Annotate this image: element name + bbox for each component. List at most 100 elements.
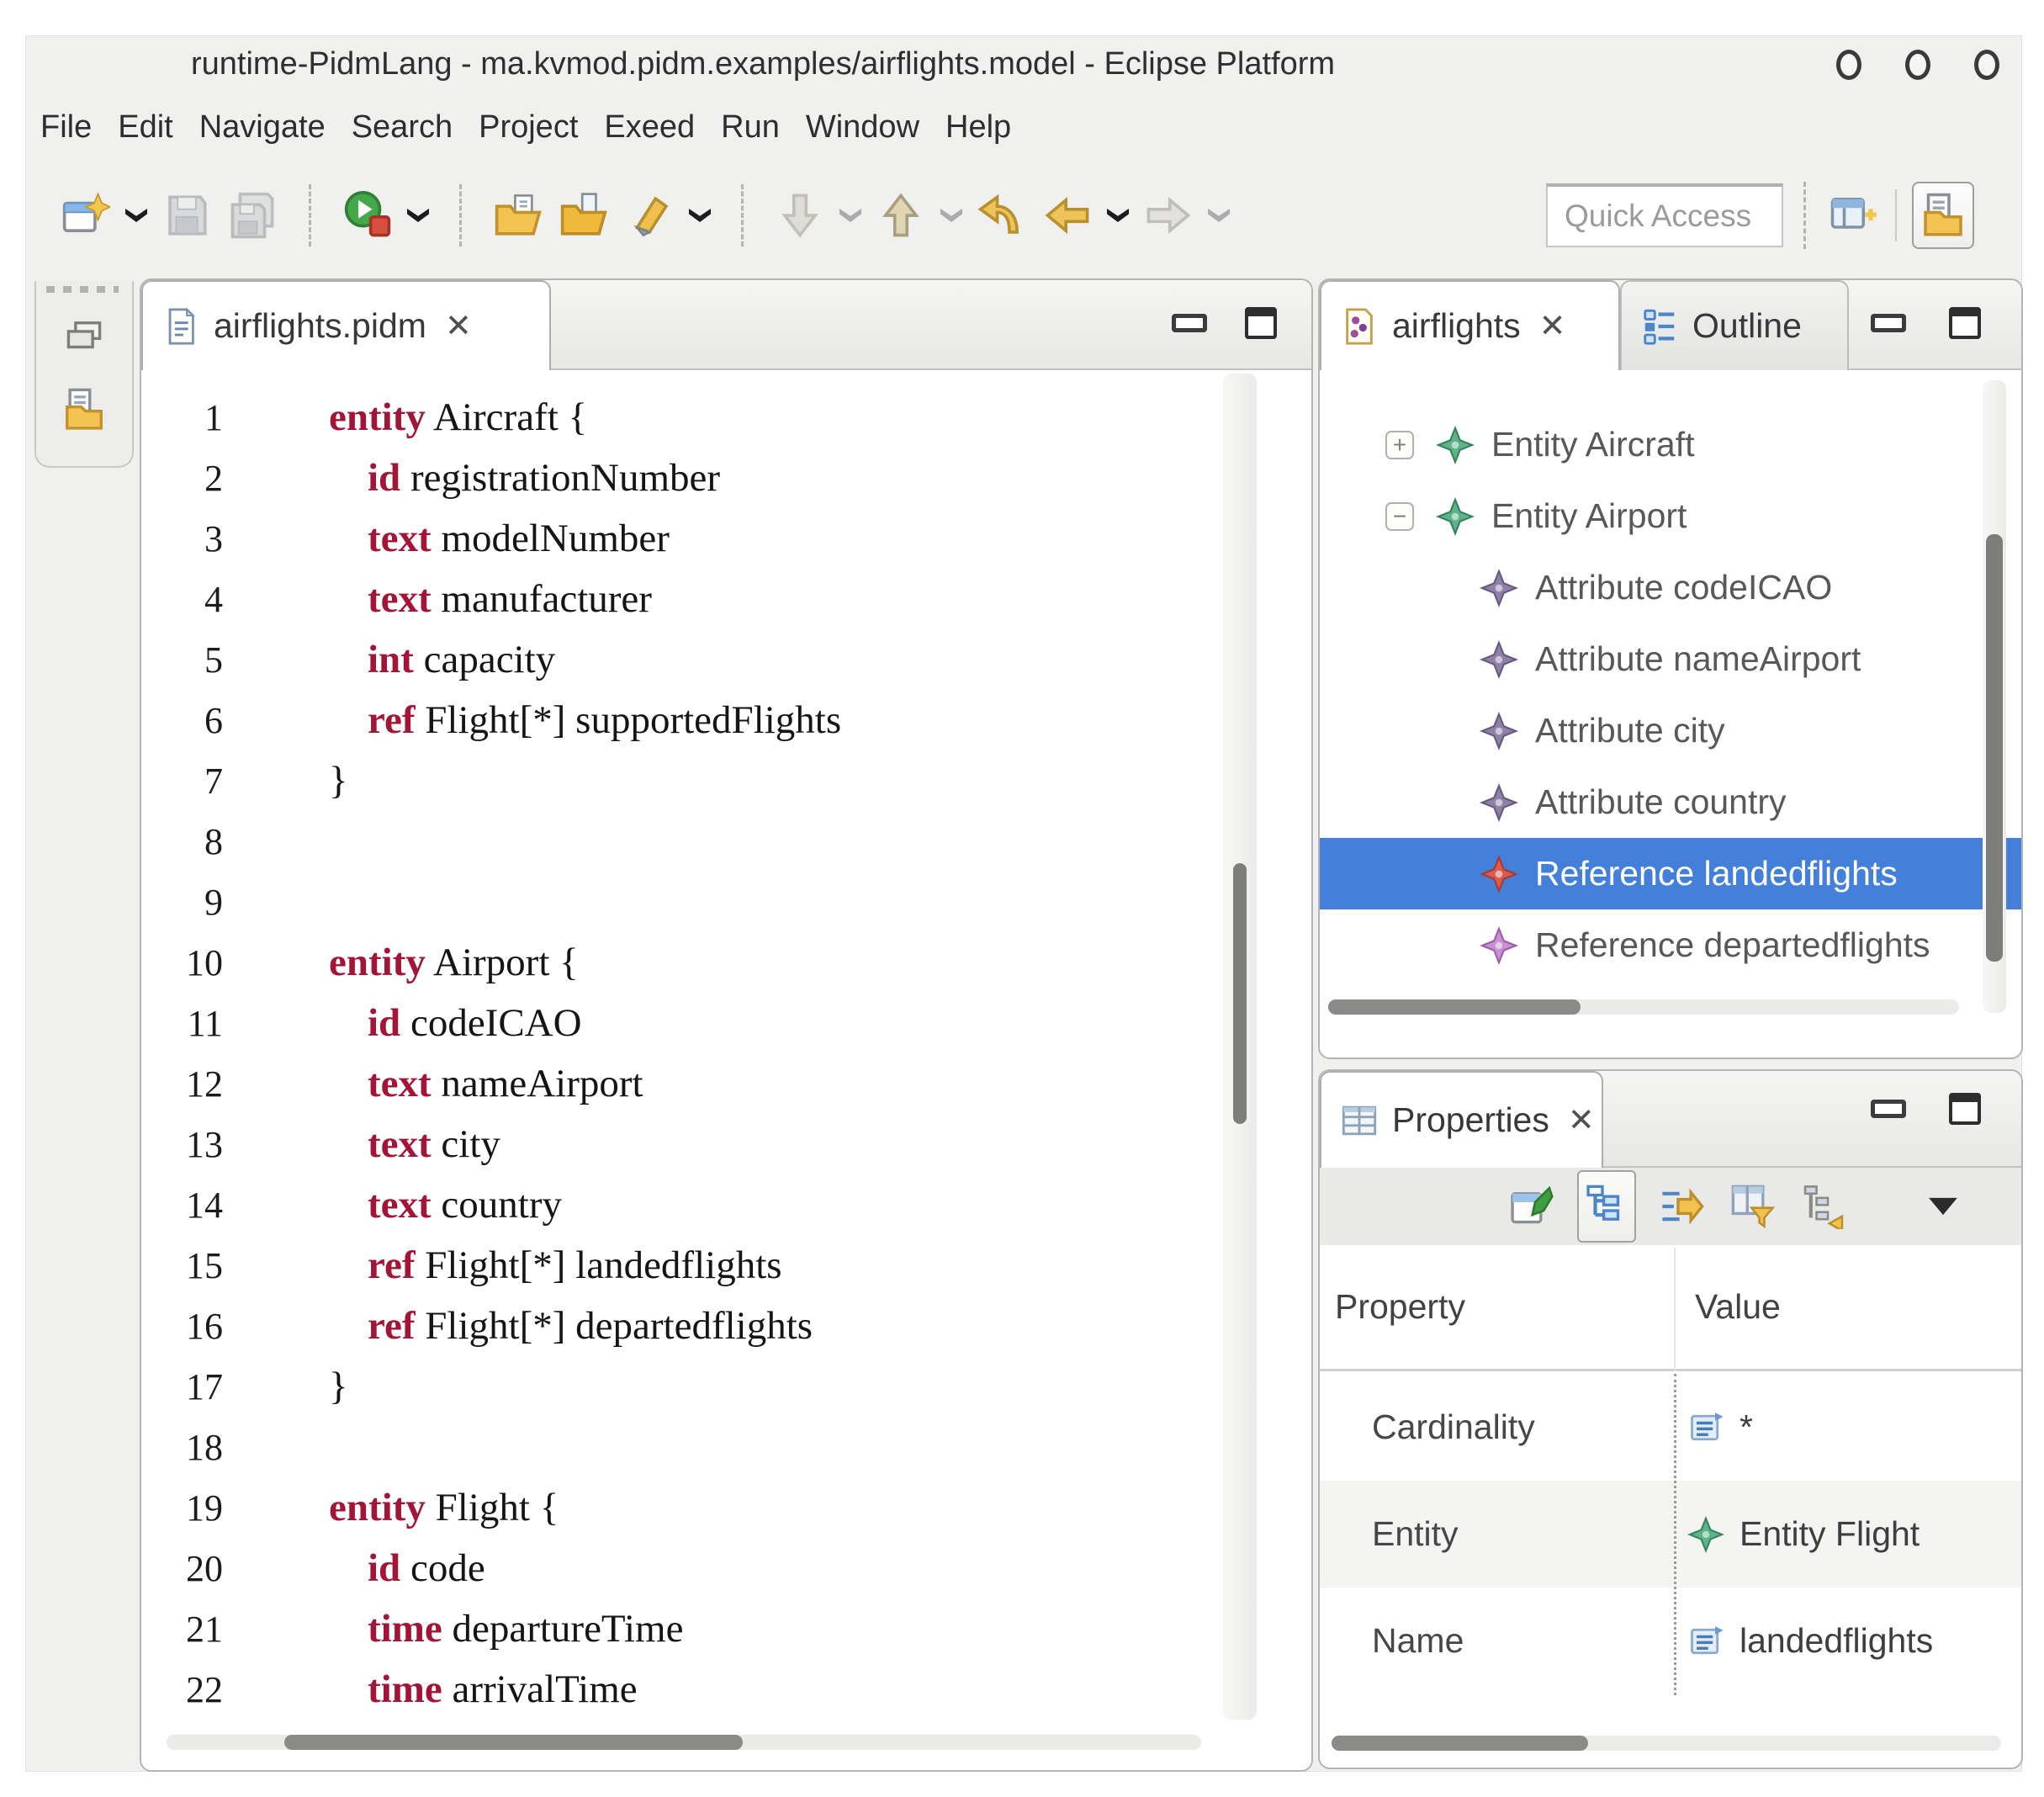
column-header-value[interactable]: Value: [1695, 1245, 1781, 1369]
back-history-button[interactable]: [976, 189, 1028, 241]
fastview-bar-handle[interactable]: [46, 286, 119, 293]
tab-properties[interactable]: Properties ✕: [1320, 1071, 1603, 1168]
editor-tab-label: airflights.pidm: [214, 306, 426, 346]
open-project-button[interactable]: [558, 189, 610, 241]
run-exeed-button-dropdown-icon[interactable]: [407, 209, 429, 222]
forward-button-dropdown-icon[interactable]: [1208, 209, 1230, 222]
line-number: 22: [141, 1660, 255, 1720]
outline-item[interactable]: Attribute country: [1320, 766, 2021, 838]
tab-outline[interactable]: Outline: [1620, 280, 1849, 370]
outline-item[interactable]: +Entity Aircraft: [1320, 409, 2021, 480]
property-row[interactable]: EntityEntity Flight: [1320, 1481, 2021, 1588]
outline-item[interactable]: Attribute codeICAO: [1320, 552, 2021, 623]
run-exeed-button[interactable]: [342, 189, 394, 241]
save-all-button[interactable]: [226, 189, 278, 241]
tab-airflights-model[interactable]: airflights ✕: [1320, 280, 1620, 370]
close-icon[interactable]: ✕: [1568, 1101, 1595, 1139]
back-button-dropdown-icon[interactable]: [1107, 209, 1129, 222]
mark-occurrences-button-dropdown-icon[interactable]: [689, 209, 711, 222]
titlebar: runtime-PidmLang - ma.kvmod.pidm.example…: [26, 36, 2021, 95]
menu-item-edit[interactable]: Edit: [118, 109, 172, 146]
package-explorer-fastview-button[interactable]: [60, 385, 109, 434]
new-wizard-button[interactable]: [60, 189, 112, 241]
code-text: ref Flight[*] landedflights: [368, 1243, 782, 1287]
window-control-minimize-icon[interactable]: [1836, 50, 1861, 80]
maximize-button[interactable]: [1949, 1093, 1981, 1125]
view-menu-button[interactable]: [1919, 1182, 1967, 1231]
last-edit-location-button[interactable]: [774, 189, 826, 241]
show-advanced-properties-button[interactable]: [1658, 1182, 1707, 1231]
keyword: text: [368, 1122, 432, 1166]
maximize-button[interactable]: [1245, 307, 1277, 339]
outline-item[interactable]: Attribute city: [1320, 695, 2021, 766]
go-into-button[interactable]: [875, 189, 927, 241]
show-categories-button[interactable]: [1577, 1170, 1636, 1243]
column-divider[interactable]: [1674, 1374, 1676, 1695]
value-list-icon: [1687, 1409, 1724, 1446]
code-line: 19entity Flight {: [141, 1477, 1311, 1538]
close-icon[interactable]: ✕: [445, 307, 472, 345]
line-number: 18: [141, 1418, 255, 1478]
minimize-button[interactable]: [1871, 1100, 1906, 1118]
minimize-button[interactable]: [1871, 314, 1906, 332]
forward-button[interactable]: [1142, 189, 1194, 241]
pin-properties-button[interactable]: [1507, 1182, 1555, 1231]
open-resource-button[interactable]: [492, 189, 544, 241]
restore-default-value-button[interactable]: [1799, 1182, 1848, 1231]
toolbar-separator: [741, 184, 744, 246]
outline-item[interactable]: Reference departedflights: [1320, 909, 2021, 981]
editor-horizontal-scrollbar-thumb[interactable]: [284, 1735, 743, 1750]
open-perspective-button[interactable]: [1826, 188, 1880, 242]
editor-vertical-scrollbar-thumb[interactable]: [1233, 863, 1247, 1124]
tab-airflights-pidm[interactable]: airflights.pidm ✕: [141, 280, 551, 370]
outline-horizontal-scrollbar-thumb[interactable]: [1328, 999, 1581, 1015]
window-control-close-icon[interactable]: [1974, 50, 1999, 80]
identifier: Flight[*] landedflights: [416, 1243, 782, 1287]
quick-access-input[interactable]: [1546, 183, 1783, 247]
outline-item[interactable]: Reference landedflights: [1320, 838, 2021, 909]
new-wizard-button-dropdown-icon[interactable]: [125, 209, 147, 222]
menu-item-run[interactable]: Run: [721, 109, 780, 146]
filter-properties-button[interactable]: [1729, 1182, 1777, 1231]
menu-item-exeed[interactable]: Exeed: [604, 109, 695, 146]
save-button[interactable]: [161, 189, 213, 241]
outline-item[interactable]: Attribute nameAirport: [1320, 623, 2021, 695]
maximize-button[interactable]: [1949, 307, 1981, 339]
back-button[interactable]: [1041, 189, 1093, 241]
properties-table-icon: [1340, 1101, 1379, 1140]
code-text: text country: [368, 1183, 562, 1227]
minimize-button[interactable]: [1172, 314, 1207, 332]
properties-horizontal-scrollbar-thumb[interactable]: [1332, 1736, 1588, 1751]
line-number: 20: [141, 1539, 255, 1599]
menu-item-navigate[interactable]: Navigate: [199, 109, 326, 146]
menu-item-window[interactable]: Window: [806, 109, 919, 146]
properties-table-rows: Cardinality*EntityEntity FlightNamelande…: [1320, 1374, 2021, 1694]
tree-expander[interactable]: +: [1385, 431, 1414, 459]
outline-vertical-scrollbar-thumb[interactable]: [1986, 534, 2003, 962]
code-text: id codeICAO: [368, 1001, 582, 1045]
keyword: time: [368, 1607, 442, 1651]
code-text: }: [329, 1365, 348, 1408]
last-edit-location-button-dropdown-icon[interactable]: [839, 209, 861, 222]
property-row[interactable]: Cardinality*: [1320, 1374, 2021, 1481]
tree-expander[interactable]: −: [1385, 502, 1414, 531]
restore-view-button[interactable]: [60, 311, 109, 360]
menu-item-file[interactable]: File: [40, 109, 92, 146]
go-into-button-dropdown-icon[interactable]: [940, 209, 962, 222]
outline-item[interactable]: −Entity Airport: [1320, 480, 2021, 552]
code-line: 2id registrationNumber: [141, 448, 1311, 508]
toolbar-separator: [459, 184, 462, 246]
line-number: 6: [141, 691, 255, 751]
mark-occurrences-button[interactable]: [623, 189, 675, 241]
window-control-maximize-icon[interactable]: [1905, 50, 1930, 80]
column-header-property[interactable]: Property: [1335, 1245, 1465, 1369]
line-number: 17: [141, 1357, 255, 1418]
close-icon[interactable]: ✕: [1539, 307, 1566, 345]
resource-perspective-button[interactable]: [1912, 182, 1974, 249]
menu-item-project[interactable]: Project: [479, 109, 578, 146]
menu-item-help[interactable]: Help: [945, 109, 1011, 146]
line-number: 11: [141, 994, 255, 1054]
property-row[interactable]: Namelandedflights: [1320, 1588, 2021, 1694]
menu-item-search[interactable]: Search: [352, 109, 453, 146]
code-editor[interactable]: 1entity Aircraft {2id registrationNumber…: [141, 370, 1311, 1772]
